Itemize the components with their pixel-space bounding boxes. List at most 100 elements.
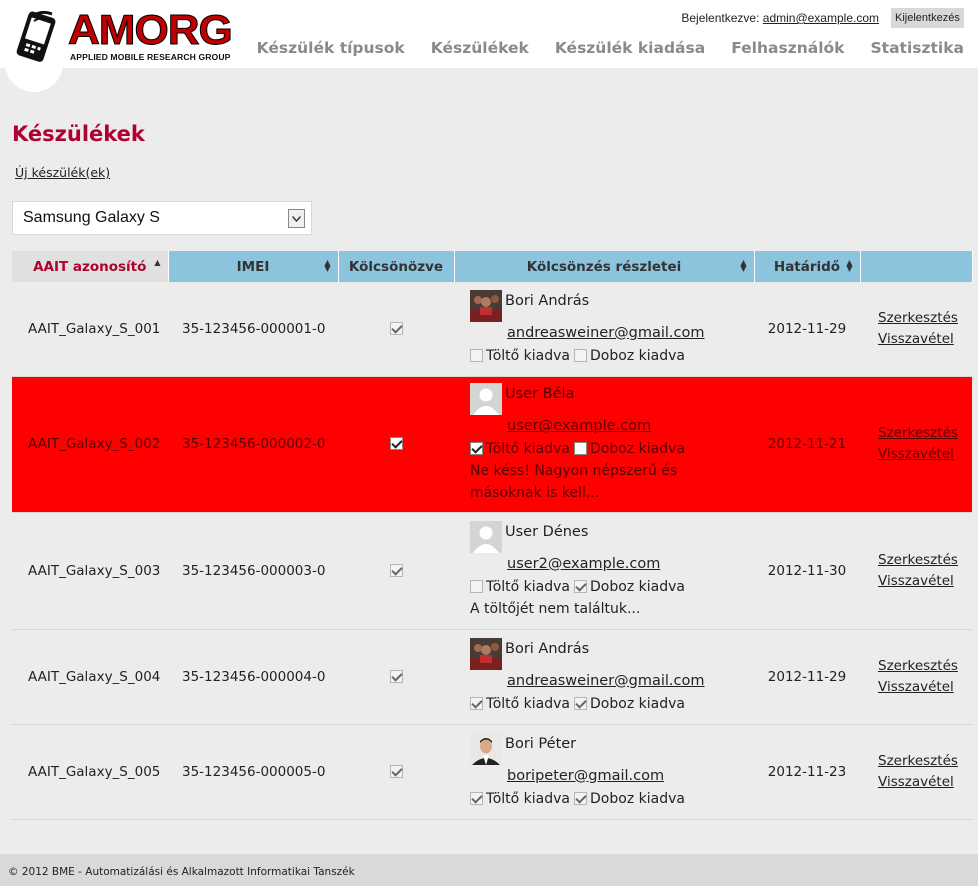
column-header-actions — [860, 251, 973, 282]
charger-label: Töltő kiadva — [486, 578, 571, 595]
handover-flags: Töltő kiadva Doboz kiadva — [470, 576, 754, 598]
borrower-email-link[interactable]: user2@example.com — [507, 553, 754, 576]
column-header-due-date[interactable]: Határidő ▲ ▼ — [754, 251, 861, 282]
edit-link[interactable]: Szerkesztés — [878, 656, 972, 677]
due-date-cell: 2012-11-21 — [754, 376, 860, 513]
return-link[interactable]: Visszavétel — [878, 677, 972, 698]
footer-copyright: © 2012 BME - Automatizálási és Alkalmazo… — [8, 866, 355, 878]
due-date-cell: 2012-11-29 — [754, 282, 860, 377]
charger-label: Töltő kiadva — [486, 347, 571, 364]
handover-flags: Töltő kiadva Doboz kiadva — [470, 345, 754, 367]
loaned-cell — [338, 724, 454, 820]
due-date-cell: 2012-11-30 — [754, 512, 860, 630]
loaned-checkbox — [389, 764, 403, 778]
imei-cell: 35-123456-000003-0 — [168, 512, 338, 630]
logo-wordmark: AMORG — [67, 6, 233, 53]
box-checkbox — [574, 696, 588, 710]
device-id-cell: AAIT_Galaxy_S_003 — [12, 512, 168, 630]
nav-item-statistics[interactable]: Statisztika — [871, 39, 965, 57]
borrower: Bori András — [470, 637, 754, 670]
column-header-imei[interactable]: IMEI ▲ ▼ — [168, 251, 339, 282]
device-id-cell: AAIT_Galaxy_S_002 — [12, 376, 168, 513]
due-date-cell: 2012-11-23 — [754, 724, 860, 820]
return-link[interactable]: Visszavétel — [878, 444, 972, 465]
column-header-label: IMEI — [236, 258, 270, 275]
borrower-name: User Béla — [505, 386, 575, 402]
nav-item-devices[interactable]: Készülékek — [431, 39, 529, 57]
edit-link[interactable]: Szerkesztés — [878, 751, 972, 772]
loan-note: Ne késs! Nagyon népszerű és másoknak is … — [470, 463, 678, 501]
borrower: User Dénes — [470, 520, 754, 553]
loan-details-cell: Bori Péter boripeter@gmail.com Töltő kiadv… — [454, 724, 754, 820]
borrower-name: Bori András — [505, 640, 590, 657]
device-type-selected: Samsung Galaxy S — [23, 209, 160, 226]
borrower-name: Bori András — [505, 292, 590, 309]
login-status: Bejelentkezve: admin@example.com — [681, 11, 879, 25]
loan-details-cell: User Dénes user2@example.com Töltő kiadva D… — [454, 512, 754, 630]
imei-cell: 35-123456-000005-0 — [168, 724, 338, 820]
box-label: Doboz kiadva — [590, 790, 685, 807]
logo-subtitle: APPLIED MOBILE RESEARCH GROUP — [70, 52, 231, 62]
nav-item-device-lending[interactable]: Készülék kiadása — [555, 39, 705, 57]
return-link[interactable]: Visszavétel — [878, 329, 972, 350]
imei-cell: 35-123456-000002-0 — [168, 376, 338, 513]
loan-note: A töltőjét nem találtuk... — [470, 600, 641, 617]
column-header-loaned[interactable]: Kölcsönözve — [338, 251, 455, 282]
borrower-email-link[interactable]: boripeter@gmail.com — [507, 765, 754, 788]
table-header-row: AAIT azonosító ▲ IMEI ▲ ▼ Kölcsönözve Köl… — [12, 251, 973, 282]
borrower-name: User Dénes — [505, 523, 589, 540]
device-id-cell: AAIT_Galaxy_S_001 — [12, 282, 168, 377]
charger-checkbox — [470, 348, 483, 362]
chevron-down-icon[interactable] — [288, 209, 305, 228]
sort-icon: ▲ ▼ — [740, 258, 747, 273]
charger-label: Töltő kiadva — [486, 790, 571, 807]
edit-link[interactable]: Szerkesztés — [878, 550, 972, 571]
nav-item-device-types[interactable]: Készülék típusok — [257, 39, 405, 57]
table-row: AAIT_Galaxy_S_005 35-123456-000005-0 Bori … — [12, 724, 972, 820]
device-id-cell: AAIT_Galaxy_S_005 — [12, 724, 168, 820]
devices-table: AAIT azonosító ▲ IMEI ▲ ▼ Kölcsönözve Köl… — [12, 251, 973, 820]
column-header-aait-id[interactable]: AAIT azonosító ▲ — [12, 251, 169, 282]
nav-item-users[interactable]: Felhasználók — [731, 39, 844, 57]
current-user-link[interactable]: admin@example.com — [763, 11, 879, 25]
return-link[interactable]: Visszavétel — [878, 772, 972, 793]
loaned-checkbox — [389, 437, 403, 450]
borrower-email-link[interactable]: user@example.com — [507, 415, 754, 438]
borrower-email-link[interactable]: andreasweiner@gmail.com — [507, 322, 754, 345]
edit-link[interactable]: Szerkesztés — [878, 423, 972, 444]
column-header-label: AAIT azonosító — [33, 258, 147, 275]
loaned-checkbox — [389, 563, 403, 577]
photo-icon — [470, 289, 502, 322]
box-label: Doboz kiadva — [590, 441, 685, 457]
borrower: Bori Péter — [470, 732, 754, 765]
loan-details-cell: User Béla user@example.com Töltő kiadva Dob… — [454, 376, 754, 513]
table-row: AAIT_Galaxy_S_002 35-123456-000002-0 User … — [12, 376, 972, 513]
return-link[interactable]: Visszavétel — [878, 571, 972, 592]
charger-checkbox — [470, 696, 483, 710]
amorg-logo[interactable]: AMORG APPLIED MOBILE RESEARCH GROUP — [8, 7, 233, 62]
loaned-checkbox — [389, 321, 403, 335]
actions-cell: Szerkesztés Visszavétel — [860, 629, 972, 725]
phone-logo-icon — [16, 10, 56, 62]
borrower-name: Bori Péter — [505, 735, 577, 752]
page-title: Készülékek — [12, 122, 145, 146]
borrower: User Béla — [470, 383, 754, 415]
portrait-icon — [470, 732, 502, 765]
sort-asc-icon: ▲ — [154, 258, 161, 267]
loaned-cell — [338, 282, 454, 377]
new-device-link[interactable]: Új készülék(ek) — [15, 165, 110, 180]
loaned-cell — [338, 376, 454, 513]
main-nav: Készülék típusok Készülékek Készülék kia… — [257, 39, 964, 57]
edit-link[interactable]: Szerkesztés — [878, 308, 972, 329]
device-type-select[interactable]: Samsung Galaxy S — [12, 201, 312, 235]
logout-button[interactable]: Kijelentkezés — [891, 8, 964, 28]
borrower-email-link[interactable]: andreasweiner@gmail.com — [507, 670, 754, 693]
column-header-loan-details[interactable]: Kölcsönzés részletei ▲ ▼ — [454, 251, 755, 282]
table-row: AAIT_Galaxy_S_001 35-123456-000001-0 Bori … — [12, 282, 972, 377]
borrower: Bori András — [470, 289, 754, 322]
charger-checkbox — [470, 442, 483, 455]
table-row: AAIT_Galaxy_S_004 35-123456-000004-0 Bori … — [12, 629, 972, 725]
imei-cell: 35-123456-000001-0 — [168, 282, 338, 377]
actions-cell: Szerkesztés Visszavétel — [860, 724, 972, 820]
box-label: Doboz kiadva — [590, 578, 685, 595]
